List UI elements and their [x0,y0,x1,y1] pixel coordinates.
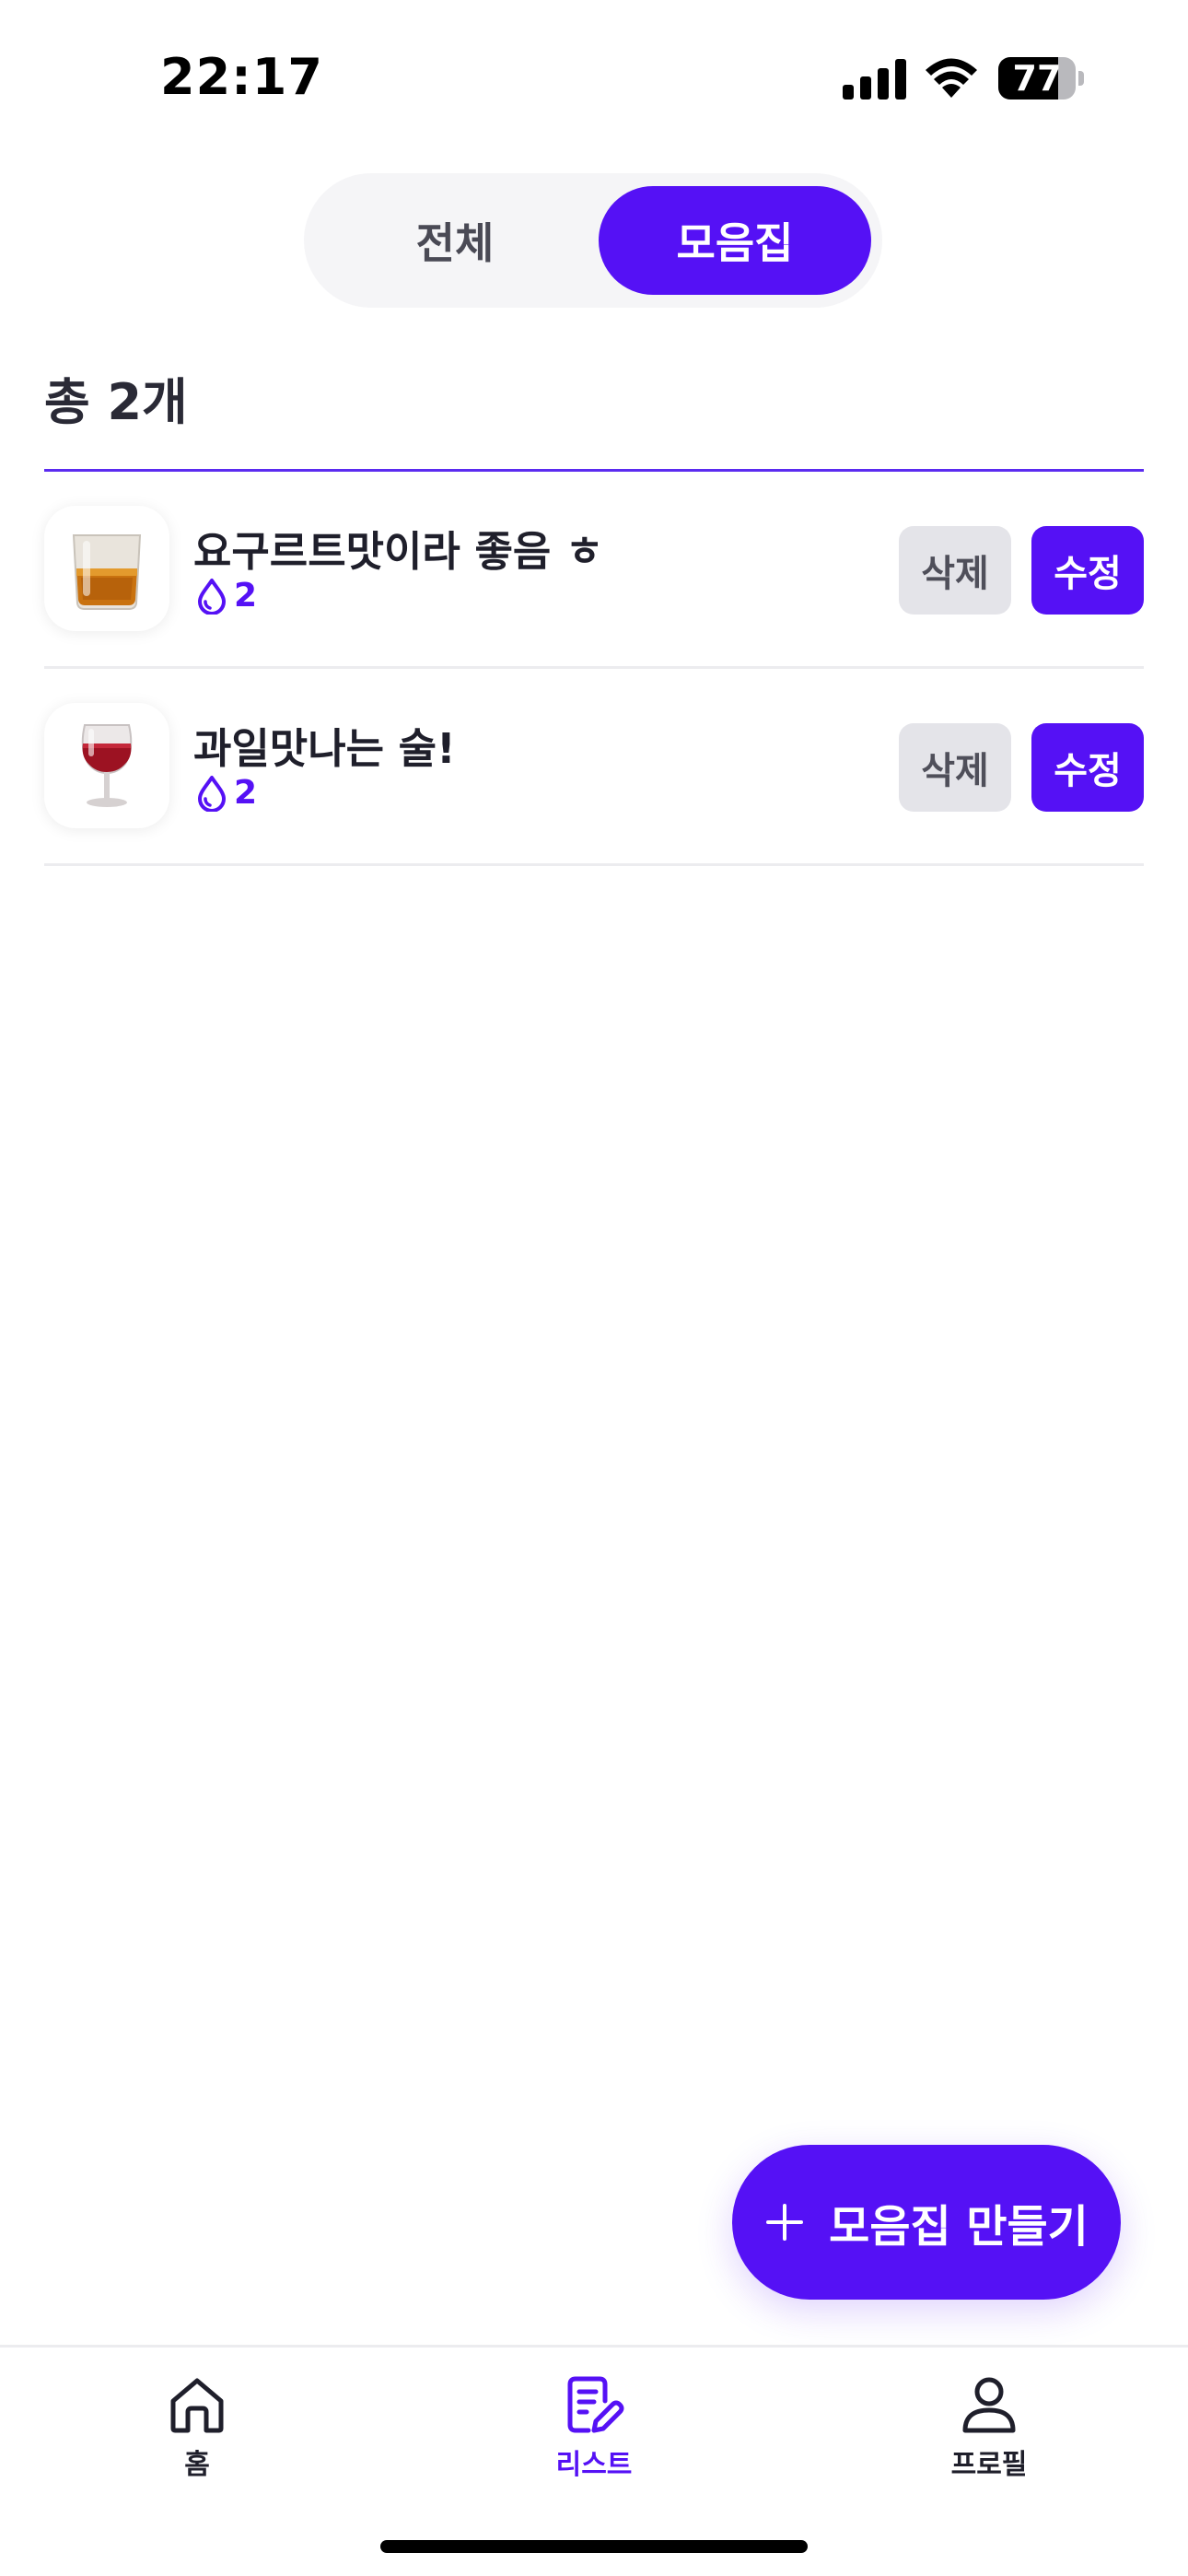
delete-button[interactable]: 삭제 [899,723,1011,812]
collection-thumbnail [44,506,169,631]
collection-title: 과일맛나는 술! [193,724,456,773]
create-collection-button[interactable]: 모음집 만들기 [732,2145,1121,2300]
edit-button[interactable]: 수정 [1031,526,1144,615]
tab-home[interactable]: 홈 [114,2373,280,2482]
collection-item[interactable]: 과일맛나는 술! 2 삭제 수정 [44,669,1144,866]
tab-list-label: 리스트 [555,2449,633,2481]
collection-screen: 22:17 77 전체 모음집 총 2개 요구르트맛이라 좋음 ㅎ 2 삭제 수… [0,0,1188,2576]
signal-icon [843,59,906,100]
tab-collection[interactable]: 모음집 [599,186,871,295]
view-segmented-control: 전체 모음집 [304,173,882,308]
drop-icon [198,775,226,812]
battery-icon: 77 [998,57,1084,100]
tab-home-label: 홈 [184,2449,210,2481]
user-icon [962,2377,1016,2433]
drop-icon [198,578,226,615]
wine-glass-icon [81,724,133,807]
plus-icon [766,2204,804,2241]
collection-list: 요구르트맛이라 좋음 ㅎ 2 삭제 수정 과일맛나는 술! 2 삭제 수정 [44,472,1144,866]
tab-profile[interactable]: 프로필 [906,2373,1072,2482]
tab-profile-label: 프로필 [950,2449,1028,2481]
collection-meta: 2 [195,577,257,615]
create-collection-label: 모음집 만들기 [829,2201,1089,2253]
total-count: 총 2개 [44,373,188,431]
battery-level: 77 [1012,58,1062,99]
status-bar: 22:17 77 [0,0,1188,157]
collection-meta: 2 [195,774,257,812]
tab-all[interactable]: 전체 [317,186,593,295]
collection-count: 2 [234,774,258,812]
home-indicator[interactable] [380,2540,808,2553]
tab-list[interactable]: 리스트 [511,2373,677,2482]
collection-count: 2 [234,577,258,615]
collection-thumbnail [44,703,169,828]
list-edit-icon [567,2376,624,2433]
whiskey-glass-icon [72,534,142,610]
status-time: 22:17 [160,48,323,106]
home-icon [170,2378,224,2433]
collection-item[interactable]: 요구르트맛이라 좋음 ㅎ 2 삭제 수정 [44,472,1144,669]
delete-button[interactable]: 삭제 [899,526,1011,615]
collection-title: 요구르트맛이라 좋음 ㅎ [193,527,604,576]
wifi-icon [926,58,977,98]
edit-button[interactable]: 수정 [1031,723,1144,812]
